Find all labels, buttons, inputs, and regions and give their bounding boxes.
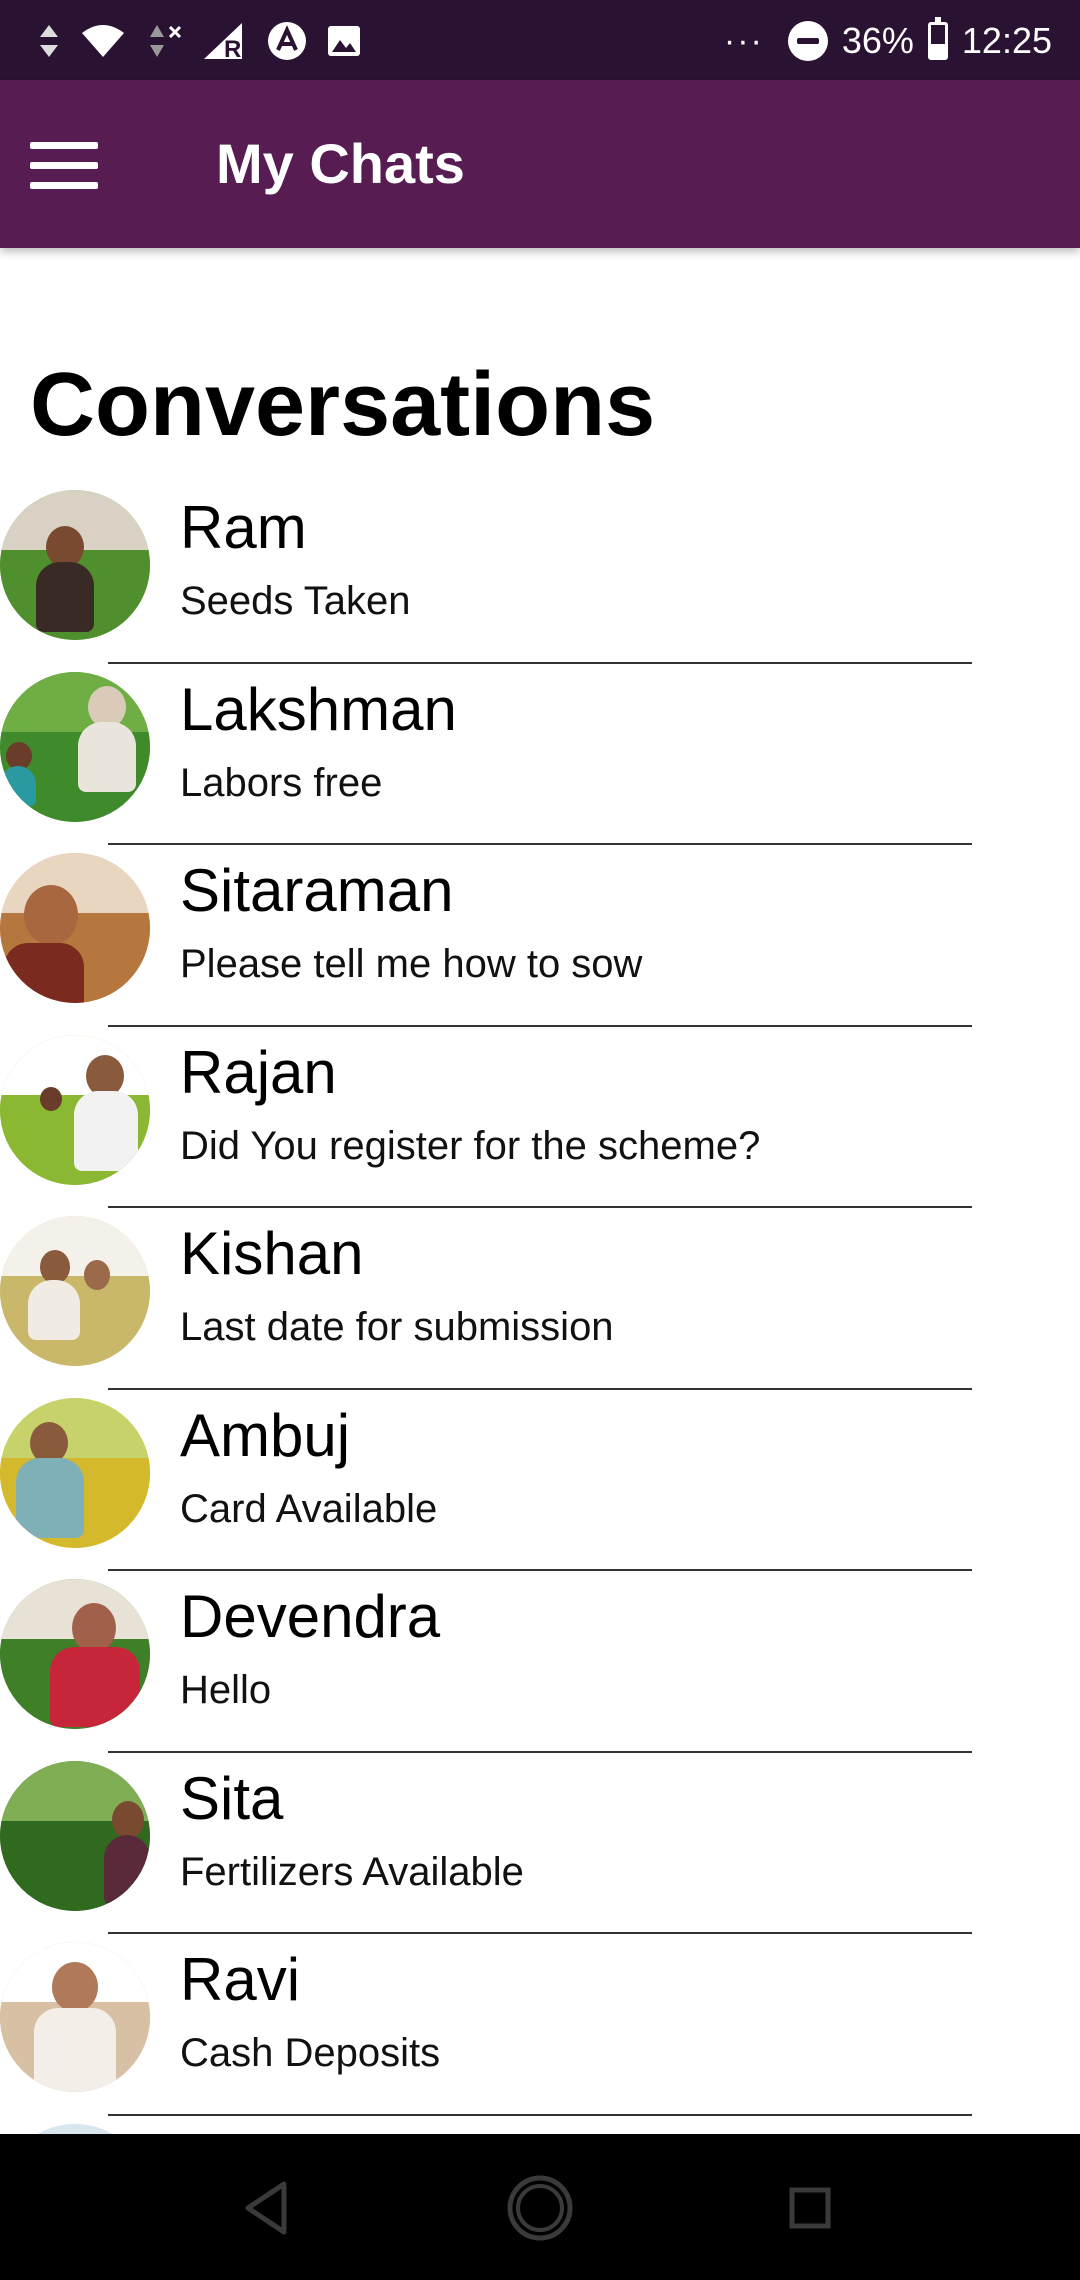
chat-name: Lakshman [180,675,457,743]
chat-preview: Cash Deposits [180,2031,441,2075]
do-not-disturb-icon [787,21,828,61]
home-icon[interactable] [502,2170,578,2246]
avatar [0,2123,150,2134]
page-title: My Chats [216,132,465,195]
chat-name: Kishan [180,1220,364,1287]
chat-preview: Please tell me how to sow [180,942,643,986]
chat-list-item[interactable]: Rajan Did You register for the scheme? [0,1027,1080,1208]
chat-list-item[interactable]: Lakshman Labors free [0,664,1080,845]
conversations-heading: Conversations [30,355,656,455]
roaming-signal-icon: R [204,23,242,61]
chat-name: Ram [180,494,307,561]
chat-preview: Hello [180,1668,272,1712]
chat-list-item[interactable]: Ram Seeds Taken [0,482,1080,664]
clock: 12:25 [961,20,1052,61]
chat-list-item[interactable]: Sitaraman Please tell me how to sow [0,845,1080,1027]
data-arrows-icon [40,25,58,57]
chat-list-item[interactable]: Kishan Last date for submission [0,1208,1080,1390]
app-bar: My Chats [0,80,1080,248]
chat-list-item[interactable]: Ambuj Card Available [0,1390,1080,1571]
recents-icon[interactable] [772,2170,848,2246]
no-signal-icon [150,25,182,57]
svg-text:R: R [224,36,241,61]
chat-name: Devendra [180,1583,441,1650]
app-a-icon [268,22,306,60]
wifi-icon [82,25,124,57]
avatar [0,671,150,822]
navigation-bar [0,2134,1080,2280]
image-icon [328,26,360,56]
avatar [0,853,150,1003]
chat-list[interactable]: Ram Seeds Taken Lakshman Labors free Sit… [0,482,1080,2134]
chat-preview: Card Available [180,1486,438,1531]
avatar [0,1579,150,1729]
chat-list-item[interactable]: Devendra Hello [0,1571,1080,1753]
avatar [0,1216,150,1366]
status-bar: R ··· 36% 12:25 [0,0,1080,80]
overflow-dots: ··· [723,21,764,60]
battery-percent: 36% [841,20,914,61]
chat-name: Sitaraman [180,857,454,924]
battery-icon [927,17,948,60]
avatar [0,1942,150,2092]
chat-name: Ravi [180,1946,301,2013]
avatar [0,1397,150,1548]
chat-preview: Fertilizers Available [180,1849,524,1894]
status-left-icons: R [36,16,362,66]
avatar [0,1760,150,1911]
status-right-icons: ··· 36% 12:25 [724,14,1052,68]
chat-list-item[interactable]: Sita Fertilizers Available [0,1753,1080,1934]
chat-name: Ambuj [180,1401,351,1469]
chat-preview: Did You register for the scheme? [180,1123,761,1168]
avatar [0,490,150,640]
chat-preview: Seeds Taken [180,579,411,623]
chat-list-item[interactable] [0,2116,1080,2134]
chat-preview: Last date for submission [180,1305,614,1349]
chat-name: Sita [180,1764,284,1832]
avatar [0,1034,150,1185]
chat-name: Rajan [180,1038,337,1106]
back-icon[interactable] [228,2170,304,2246]
chat-list-item[interactable]: Ravi Cash Deposits [0,1934,1080,2116]
hamburger-menu-icon[interactable] [30,140,100,190]
chat-preview: Labors free [180,760,383,805]
